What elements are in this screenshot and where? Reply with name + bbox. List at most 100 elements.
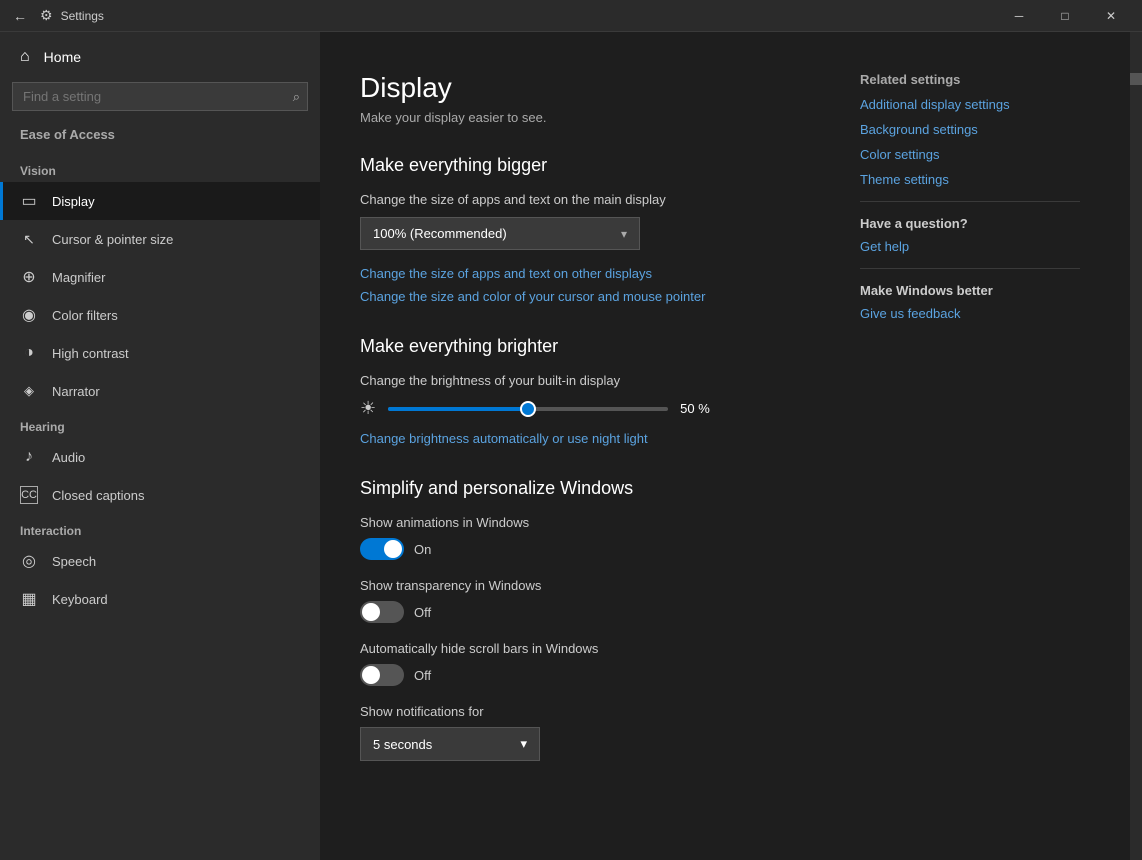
brighter-label: Change the brightness of your built-in d… — [360, 373, 1080, 388]
sidebar-app-title: Ease of Access — [0, 123, 320, 154]
sidebar-item-speech[interactable]: ◎ Speech — [0, 542, 320, 580]
size-dropdown-value: 100% (Recommended) — [373, 226, 507, 241]
get-help-link[interactable]: Get help — [860, 239, 1080, 254]
animations-state: On — [414, 542, 431, 557]
closed-captions-icon: CC — [20, 486, 38, 504]
audio-icon: ♪ — [20, 448, 38, 466]
sidebar-item-high-contrast[interactable]: ◑ High contrast — [0, 334, 320, 372]
titlebar-title: Settings — [61, 9, 988, 23]
background-settings-link[interactable]: Background settings — [860, 122, 1080, 137]
brightness-value: 50 % — [680, 401, 720, 416]
notif-dropdown-arrow-icon: ▾ — [520, 736, 527, 752]
animations-toggle-container: On — [360, 538, 1080, 560]
close-button[interactable]: ✕ — [1088, 0, 1134, 32]
theme-settings-link[interactable]: Theme settings — [860, 172, 1080, 187]
size-dropdown[interactable]: 100% (Recommended) ▾ — [360, 217, 640, 250]
search-box: ⌕ — [12, 82, 308, 111]
sidebar-item-narrator[interactable]: ◈ Narrator — [0, 372, 320, 410]
slider-thumb — [520, 401, 536, 417]
toggle-knob — [384, 540, 402, 558]
sidebar-item-closed-captions-label: Closed captions — [52, 488, 145, 503]
animations-label: Show animations in Windows — [360, 515, 1080, 530]
sidebar-item-audio-label: Audio — [52, 450, 85, 465]
speech-icon: ◎ — [20, 552, 38, 570]
sidebar-item-closed-captions[interactable]: CC Closed captions — [0, 476, 320, 514]
titlebar: ← ⚙ Settings ─ □ ✕ — [0, 0, 1142, 32]
scrollbars-state: Off — [414, 668, 431, 683]
narrator-icon: ◈ — [20, 382, 38, 400]
dropdown-arrow-icon: ▾ — [621, 227, 627, 241]
night-light-link[interactable]: Change brightness automatically or use n… — [360, 431, 1080, 446]
section-brighter: Make everything brighter Change the brig… — [360, 336, 1080, 446]
sidebar-item-display[interactable]: ▭ Display — [0, 182, 320, 220]
scrollbars-toggle-row: Automatically hide scroll bars in Window… — [360, 641, 1080, 686]
slider-fill — [388, 407, 528, 411]
section-simplify: Simplify and personalize Windows Show an… — [360, 478, 1080, 761]
back-arrow-icon: ← — [13, 8, 27, 24]
sidebar-item-magnifier[interactable]: ⊕ Magnifier — [0, 258, 320, 296]
sidebar-item-color-filters-label: Color filters — [52, 308, 118, 323]
scrollbars-toggle[interactable] — [360, 664, 404, 686]
minimize-button[interactable]: ─ — [996, 0, 1042, 32]
display-icon: ▭ — [20, 192, 38, 210]
toggle-knob-3 — [362, 666, 380, 684]
sidebar-section-hearing: Hearing — [0, 410, 320, 438]
sidebar-item-home[interactable]: ⌂ Home — [0, 32, 320, 82]
sidebar-item-audio[interactable]: ♪ Audio — [0, 438, 320, 476]
sidebar: ⌂ Home ⌕ Ease of Access Vision ▭ Display… — [0, 32, 320, 860]
sidebar-item-display-label: Display — [52, 194, 95, 209]
brightness-control: ☀ 50 % — [360, 398, 1080, 419]
search-input[interactable] — [12, 82, 308, 111]
notifications-row: Show notifications for 5 seconds ▾ — [360, 704, 1080, 761]
color-settings-link[interactable]: Color settings — [860, 147, 1080, 162]
scrollbars-label: Automatically hide scroll bars in Window… — [360, 641, 1080, 656]
sidebar-item-speech-label: Speech — [52, 554, 96, 569]
section-brighter-title: Make everything brighter — [360, 336, 1080, 357]
settings-icon: ⚙ — [40, 7, 53, 24]
scrollbar-thumb — [1130, 73, 1142, 85]
main-scrollbar[interactable] — [1130, 32, 1142, 860]
animations-toggle[interactable] — [360, 538, 404, 560]
sidebar-item-keyboard[interactable]: ▦ Keyboard — [0, 580, 320, 618]
section-simplify-title: Simplify and personalize Windows — [360, 478, 1080, 499]
additional-display-link[interactable]: Additional display settings — [860, 97, 1080, 112]
related-settings-title: Related settings — [860, 72, 1080, 87]
sidebar-nav: Vision ▭ Display ↖ Cursor & pointer size… — [0, 154, 320, 860]
home-icon: ⌂ — [20, 48, 30, 66]
make-windows-better-label: Make Windows better — [860, 283, 1080, 298]
sidebar-section-vision: Vision — [0, 154, 320, 182]
home-label: Home — [44, 49, 81, 65]
window-controls: ─ □ ✕ — [996, 0, 1134, 32]
high-contrast-icon: ◑ — [20, 344, 38, 362]
brightness-slider[interactable] — [388, 407, 668, 411]
keyboard-icon: ▦ — [20, 590, 38, 608]
sidebar-section-interaction: Interaction — [0, 514, 320, 542]
sidebar-item-magnifier-label: Magnifier — [52, 270, 105, 285]
related-settings-panel: Related settings Additional display sett… — [860, 72, 1080, 331]
transparency-label: Show transparency in Windows — [360, 578, 1080, 593]
give-feedback-link[interactable]: Give us feedback — [860, 306, 1080, 321]
divider-1 — [860, 201, 1080, 202]
color-filters-icon: ◉ — [20, 306, 38, 324]
notifications-dropdown[interactable]: 5 seconds ▾ — [360, 727, 540, 761]
sidebar-item-color-filters[interactable]: ◉ Color filters — [0, 296, 320, 334]
have-a-question-label: Have a question? — [860, 216, 1080, 231]
app-container: ⌂ Home ⌕ Ease of Access Vision ▭ Display… — [0, 32, 1142, 860]
cursor-icon: ↖ — [20, 230, 38, 248]
search-icon: ⌕ — [293, 89, 300, 105]
sidebar-item-keyboard-label: Keyboard — [52, 592, 108, 607]
animations-toggle-row: Show animations in Windows On — [360, 515, 1080, 560]
notifications-value: 5 seconds — [373, 737, 432, 752]
back-button[interactable]: ← — [8, 4, 32, 28]
magnifier-icon: ⊕ — [20, 268, 38, 286]
notifications-label: Show notifications for — [360, 704, 1080, 719]
transparency-state: Off — [414, 605, 431, 620]
maximize-button[interactable]: □ — [1042, 0, 1088, 32]
transparency-toggle[interactable] — [360, 601, 404, 623]
sidebar-item-narrator-label: Narrator — [52, 384, 100, 399]
sidebar-item-high-contrast-label: High contrast — [52, 346, 129, 361]
sun-dim-icon: ☀ — [360, 398, 376, 419]
sidebar-item-cursor[interactable]: ↖ Cursor & pointer size — [0, 220, 320, 258]
transparency-toggle-container: Off — [360, 601, 1080, 623]
sidebar-item-cursor-label: Cursor & pointer size — [52, 232, 173, 247]
